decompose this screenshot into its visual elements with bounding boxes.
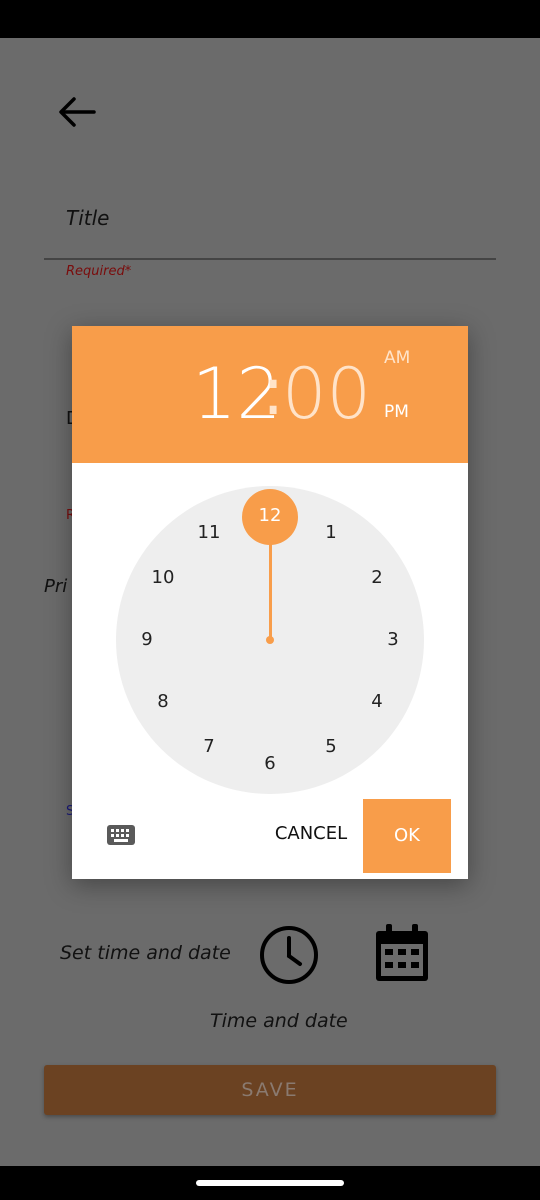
hour-1[interactable]: 1 (311, 518, 351, 548)
pm-toggle[interactable]: PM (384, 402, 409, 422)
hour-9[interactable]: 9 (127, 625, 167, 655)
clock-center-dot (266, 636, 274, 644)
keyboard-icon (107, 825, 135, 845)
home-gesture-handle[interactable] (196, 1180, 344, 1186)
clock-icon (260, 926, 318, 984)
hour-8[interactable]: 8 (143, 687, 183, 717)
cancel-button[interactable]: CANCEL (268, 816, 354, 852)
navigation-bar (0, 1166, 540, 1200)
hour-12[interactable]: 12 (250, 501, 290, 531)
save-button[interactable]: SAVE (44, 1065, 496, 1115)
priority-label-partial: Pri (44, 576, 68, 597)
clock-button[interactable] (256, 922, 322, 988)
ok-button[interactable]: OK (363, 799, 451, 873)
calendar-button[interactable] (372, 922, 432, 984)
time-picker-header: 12 : 00 AM PM (72, 326, 468, 463)
hour-10[interactable]: 10 (143, 563, 183, 593)
am-toggle[interactable]: AM (384, 348, 410, 368)
back-button[interactable] (56, 92, 100, 136)
time-separator: : (262, 353, 285, 430)
title-input[interactable]: Title (44, 196, 496, 260)
hour-4[interactable]: 4 (357, 687, 397, 717)
title-required-hint: Required* (66, 264, 132, 279)
time-picker-dialog: 12 : 00 AM PM 12 1 2 3 4 5 6 7 8 9 10 11… (72, 326, 468, 879)
arrow-left-icon (59, 97, 96, 127)
clock-hand (269, 544, 272, 640)
calendar-icon (376, 924, 428, 981)
minute-display[interactable]: 00 (282, 354, 371, 434)
hour-3[interactable]: 3 (373, 625, 413, 655)
hour-11[interactable]: 11 (189, 518, 229, 548)
time-date-label: Time and date (210, 1010, 348, 1032)
hour-5[interactable]: 5 (311, 732, 351, 762)
hour-6[interactable]: 6 (250, 749, 290, 779)
title-label: Title (66, 206, 110, 230)
hour-7[interactable]: 7 (189, 732, 229, 762)
set-time-label: Set time and date (60, 942, 231, 964)
hour-2[interactable]: 2 (357, 563, 397, 593)
clock-dial[interactable]: 12 1 2 3 4 5 6 7 8 9 10 11 (116, 486, 424, 794)
keyboard-toggle-button[interactable] (106, 823, 136, 847)
status-bar (0, 0, 540, 38)
